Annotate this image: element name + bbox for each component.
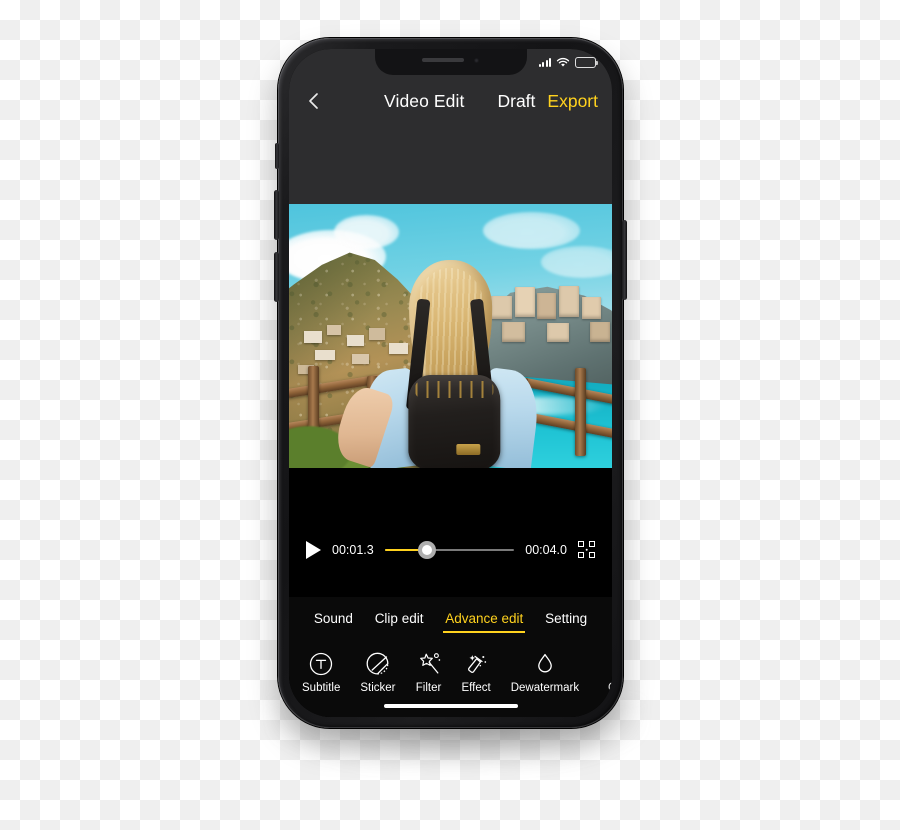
page-title: Video Edit [384,90,465,111]
sparkle-effect-icon [463,651,489,677]
tab-clip-edit[interactable]: Clip edit [375,611,424,633]
water-drop-icon [532,651,558,677]
scrub-thumb[interactable] [418,540,437,559]
earpiece-speaker-icon [422,58,464,62]
subtitle-text-icon [308,651,334,677]
tab-advance-edit[interactable]: Advance edit [443,611,526,633]
black-backpack [408,374,501,468]
battery-icon [575,56,599,68]
tool-label: Effect [461,682,491,694]
edit-mode-tabs: Sound Clip edit Advance edit Setting [289,605,612,639]
phone-screen: Video Edit Draft Export 00:01.3 00:04.0 … [289,49,612,717]
device-notch [374,49,527,75]
tab-setting[interactable]: Setting [545,611,587,633]
fullscreen-icon[interactable] [578,541,595,558]
playback-controls: 00:01.3 00:04.0 [289,468,612,603]
tool-label: Filter [415,682,442,694]
tool-filter[interactable]: Filter [416,651,442,694]
tool-label: Sticker [360,682,396,694]
tab-sound[interactable]: Sound [314,611,353,633]
navigation-bar: Video Edit Draft Export [289,79,612,123]
tool-subtitle[interactable]: Subtitle [302,651,340,694]
bottom-toolbar: Sound Clip edit Advance edit Setting Sub… [289,597,612,717]
magic-wand-filter-icon [416,651,442,677]
cloud-shape [482,211,580,249]
tool-sticker[interactable]: Sticker [360,651,396,694]
front-camera-icon [474,57,479,63]
draft-button[interactable]: Draft [497,91,535,112]
volume-up-button[interactable] [274,190,279,240]
export-button[interactable]: Export [547,91,598,112]
backpack-brand-tag [456,444,480,455]
scrub-track[interactable] [384,540,515,560]
person-subject [329,246,543,468]
tool-label: C [608,682,612,694]
tool-list: Subtitle Sticker Filter Effect Dewaterma… [289,639,612,694]
preview-image [289,204,612,468]
tool-effect[interactable]: Effect [462,651,491,694]
wifi-icon [556,57,570,68]
cellular-signal-icon [538,57,551,67]
phone-device-frame: Video Edit Draft Export 00:01.3 00:04.0 … [274,38,627,728]
power-button[interactable] [622,220,627,300]
volume-down-button[interactable] [274,252,279,302]
clipped-tool-icon [599,651,612,677]
mute-switch-button[interactable] [275,143,279,169]
navbar-actions: Draft Export [497,91,598,112]
video-preview[interactable] [289,204,612,468]
cloud-shape [334,214,399,249]
current-time-label: 00:01.3 [332,542,374,557]
home-indicator-bar[interactable] [383,704,518,708]
tool-label: Dewatermark [510,682,580,694]
back-chevron-icon[interactable] [303,90,325,112]
tool-clipped[interactable]: C [599,651,612,694]
sticker-icon [365,651,391,677]
tool-label: Subtitle [302,682,341,694]
tool-dewatermark[interactable]: Dewatermark [511,651,579,694]
play-icon[interactable] [306,540,321,559]
total-time-label: 00:04.0 [525,542,567,557]
